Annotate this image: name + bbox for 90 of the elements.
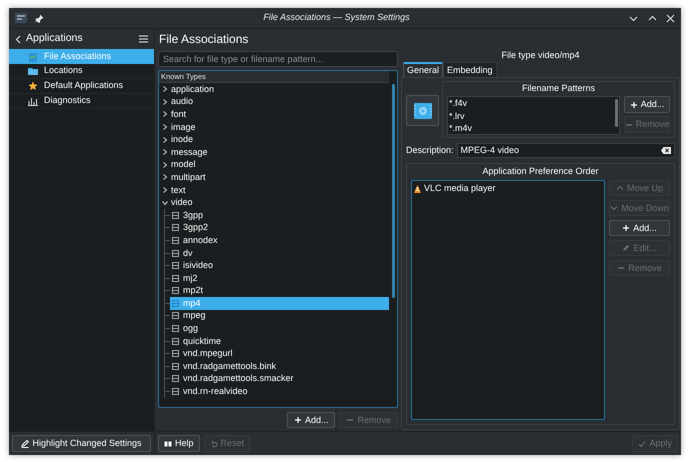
video-file-icon [414, 102, 432, 118]
star-icon [28, 81, 38, 91]
scrollbar-thumb[interactable] [614, 99, 618, 127]
file-icon [172, 250, 179, 257]
tree-item[interactable]: multipart [159, 171, 389, 184]
file-icon [172, 236, 179, 244]
tree-item[interactable]: image [159, 120, 389, 134]
tree-item[interactable]: vnd.rn-realvideo [170, 385, 389, 398]
tree-item[interactable]: isivideo [170, 259, 389, 272]
tree-item[interactable]: dv [170, 246, 389, 260]
file-icon [172, 325, 179, 332]
file-icon [172, 300, 179, 307]
section-heading: File type video/mp4 [501, 48, 580, 62]
maximize-icon [648, 14, 657, 22]
plus-icon [630, 100, 638, 108]
add-button[interactable]: Add... [286, 412, 336, 428]
tree-item[interactable]: quicktime [170, 334, 389, 348]
tab[interactable]: Embedding [443, 62, 497, 77]
tree-item[interactable]: application [159, 83, 389, 96]
highlight-button[interactable]: Highlight Changed Settings [12, 435, 151, 452]
list-item[interactable]: *.lrv [449, 110, 613, 122]
scrollbar-thumb[interactable] [392, 84, 394, 298]
tree-item[interactable]: message [159, 146, 389, 159]
menu-icon [139, 35, 148, 43]
list-item[interactable]: *.f4v [449, 97, 613, 110]
tree-item[interactable]: font [159, 108, 389, 121]
file-icon [172, 350, 179, 358]
chevron-up-icon [616, 184, 624, 192]
check-icon [638, 440, 646, 448]
group-title: Filename Patterns [522, 82, 596, 96]
file-icon [172, 224, 179, 232]
field-label: Description: [406, 144, 454, 157]
file-type-button[interactable] [406, 95, 439, 126]
chevron-down-icon [162, 200, 168, 206]
tree-item[interactable]: video [159, 196, 389, 209]
file-icon [172, 362, 179, 370]
back-link[interactable]: Applications [26, 31, 134, 47]
add-button[interactable]: Add... [609, 220, 670, 236]
file-icon [172, 212, 179, 219]
clear-icon [661, 147, 671, 154]
undo-icon [210, 440, 218, 448]
tree-item[interactable]: 3gpp [170, 208, 389, 222]
description-field[interactable]: MPEG-4 video [456, 143, 675, 158]
chevron-down-icon [610, 204, 618, 212]
plus-icon [294, 416, 302, 424]
back-icon [15, 34, 21, 44]
tree-item[interactable]: vnd.mpegurl [170, 347, 389, 360]
list-item[interactable]: VLC media player [414, 183, 604, 195]
tree-item[interactable]: model [159, 158, 389, 172]
tree-item[interactable]: vnd.radgamettools.bink [170, 360, 389, 373]
list-item[interactable]: *.m4v [449, 122, 613, 135]
chart-icon [28, 96, 38, 106]
window-title: File Associations — System Settings [262, 11, 411, 24]
app-icon [15, 13, 27, 23]
file-icon [172, 274, 179, 282]
traffic-cone-icon [414, 185, 421, 193]
tab[interactable]: General [403, 62, 444, 77]
plus-icon [622, 224, 630, 232]
close-icon [666, 14, 675, 22]
add-button[interactable]: Add... [624, 96, 670, 113]
pencil-icon [622, 244, 630, 252]
pin-icon [35, 14, 44, 22]
file-icon [172, 338, 179, 345]
page-title: File Associations [159, 31, 248, 48]
tree-item[interactable]: mj2 [170, 272, 389, 284]
file-icon [172, 312, 179, 320]
file-icon [172, 388, 179, 396]
file-icon [172, 262, 179, 270]
book-icon [164, 440, 172, 448]
sidebar-item[interactable]: Default Applications [9, 79, 154, 94]
file-association-icon [28, 52, 38, 62]
folder-icon [28, 66, 38, 76]
sidebar-item[interactable]: Diagnostics [9, 94, 154, 109]
file-icon [172, 375, 179, 382]
sidebar-item[interactable]: Locations [9, 64, 154, 79]
tree-item[interactable]: annodex [170, 234, 389, 247]
tree-item[interactable]: mpeg [170, 310, 389, 322]
tree-item[interactable]: ogg [170, 322, 389, 335]
tree-item[interactable]: inode [159, 133, 389, 146]
minimize-icon [629, 14, 638, 22]
tree-item[interactable]: vnd.radgamettools.smacker [170, 372, 389, 386]
tree-item[interactable]: text [159, 184, 389, 196]
file-icon [172, 287, 179, 294]
group-title: Application Preference Order [482, 165, 599, 178]
tree-item[interactable]: audio [159, 96, 389, 108]
help-button[interactable]: Help [158, 435, 200, 452]
search-field[interactable]: Search for file type or filename pattern... [158, 51, 398, 67]
pen-icon [21, 440, 30, 448]
tree-item[interactable]: 3gpp2 [170, 222, 389, 234]
tree-item[interactable]: mp2t [170, 284, 389, 298]
